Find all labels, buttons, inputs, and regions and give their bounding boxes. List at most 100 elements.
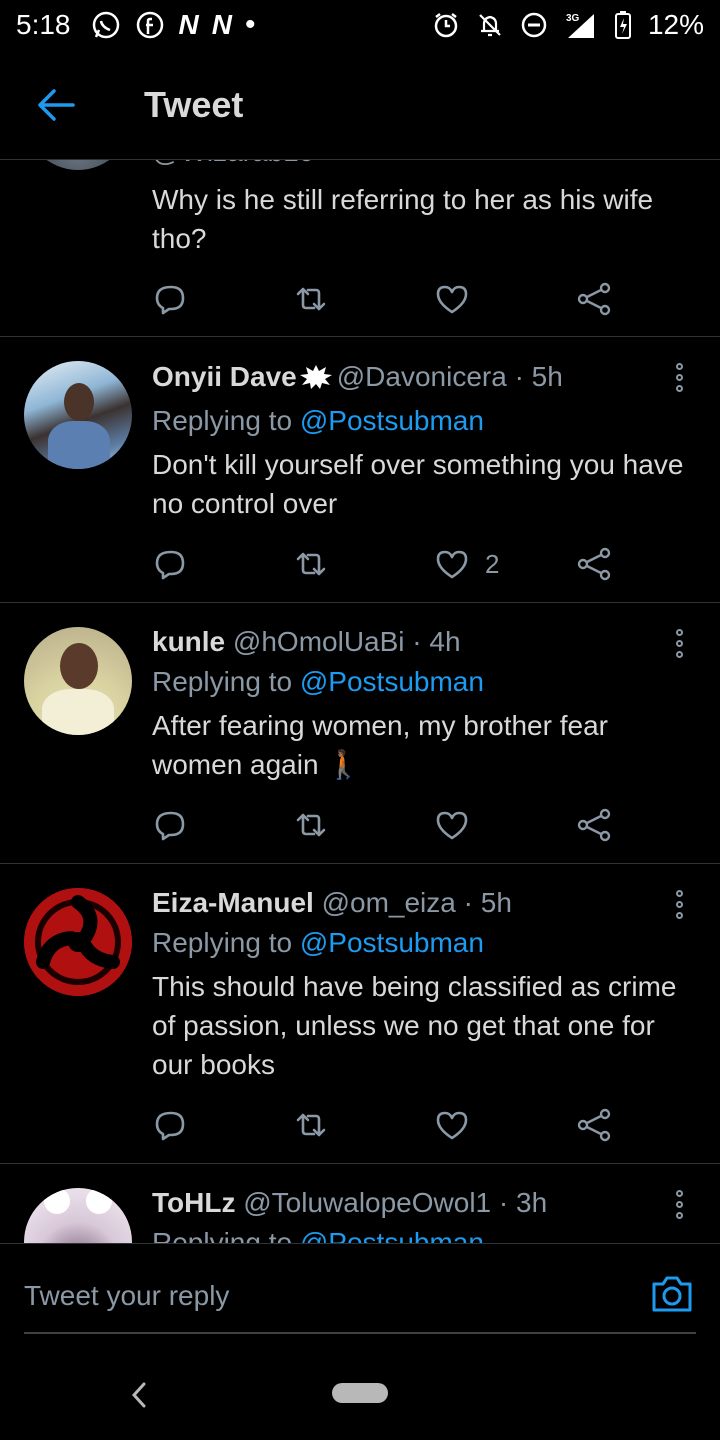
tweet-actions: 2 [152,542,622,586]
mention-link[interactable]: @Postsubman [300,1227,484,1243]
alarm-icon [432,11,460,39]
tweet-time: · 4h [412,626,461,657]
tweet-actions [152,803,622,847]
heart-icon [436,1111,468,1140]
mention-link[interactable]: @Postsubman [300,405,484,436]
author-name[interactable]: ToHLz [152,1187,235,1218]
replying-label: Replying to [152,666,293,697]
comment-icon [155,550,185,580]
chevron-left-icon [131,1382,146,1408]
reply-button[interactable] [152,542,190,586]
heart-icon [436,550,468,579]
tweet-text: Don't kill yourself over something you h… [152,449,684,519]
retweet-button[interactable] [292,803,330,847]
news-app-icon: N [178,9,199,40]
home-pill-button[interactable] [332,1383,388,1403]
arrow-left-icon [38,88,75,121]
mention-link[interactable]: @Postsubman [300,666,484,697]
svg-text:3G: 3G [566,13,580,24]
tweet[interactable]: Onyii Dave @Davonicera · 5h Replying to @… [0,337,720,603]
news-app-icon-2: N [211,9,232,40]
signal-3g-icon: 3G [564,10,598,40]
avatar[interactable] [24,627,132,735]
back-button[interactable] [26,75,86,135]
like-button[interactable] [433,1103,471,1147]
tweet-time: · 3h [498,1187,548,1218]
tweet-text: This should have being classified as cri… [152,971,677,1080]
whatsapp-icon [91,10,121,40]
author-handle[interactable]: @hOmolUaBi [233,626,405,657]
facebook-icon [135,10,165,40]
tweet-header: ToHLz @ToluwalopeOwol1 · 3h [152,1185,690,1221]
battery-percentage: 12% [647,9,704,40]
comment-icon [155,285,185,315]
replying-label: Replying to [152,405,293,436]
tweet[interactable]: kunle @hOmolUaBi · 4h Replying to @Posts… [0,603,720,864]
tweet-text: Why is he still referring to her as his … [152,184,654,254]
more-options-button[interactable] [666,357,692,397]
replies-feed[interactable]: @Wizarab10 Why is he still referring to … [0,160,720,1243]
reply-button[interactable] [152,803,190,847]
tweet[interactable]: Eiza-Manuel @om_eiza · 5h Replying to @P… [0,864,720,1164]
comment-icon [155,811,185,841]
retweet-button[interactable] [292,542,330,586]
camera-button[interactable] [650,1274,694,1314]
tweet-actions [152,1103,622,1147]
author-name[interactable]: Onyii Dave [152,361,297,392]
mention-link[interactable]: @Postsubman [300,927,484,958]
replying-to: Replying to @Postsubman [152,923,690,963]
replying-to: Replying to @Postsubman [152,1223,690,1243]
status-time: 5:18 [16,9,71,40]
share-icon [577,1108,611,1142]
replying-label: Replying to [152,927,293,958]
share-button[interactable] [575,803,613,847]
like-button[interactable] [433,803,471,847]
retweet-button[interactable] [292,277,330,321]
avatar[interactable] [24,361,132,469]
author-handle[interactable]: @Davonicera [337,361,507,392]
tweet-header: kunle @hOmolUaBi · 4h [152,624,690,660]
reply-underline [24,1332,696,1334]
badge-icon [299,363,333,399]
top-app-bar: Tweet [0,50,720,160]
more-options-button[interactable] [666,1184,692,1224]
share-button[interactable] [575,542,613,586]
share-button[interactable] [575,277,613,321]
reply-input[interactable] [24,1274,584,1318]
heart-icon [436,811,468,840]
author-name[interactable]: kunle [152,626,225,657]
tweet-header: Onyii Dave @Davonicera · 5h [152,359,690,399]
tweet-partial[interactable]: ToHLz @ToluwalopeOwol1 · 3h Replying to … [0,1164,720,1243]
more-options-button[interactable] [666,623,692,663]
battery-icon [614,10,632,40]
tweet-time: · 5h [514,361,563,392]
share-button[interactable] [575,1103,613,1147]
reply-button[interactable] [152,1103,190,1147]
avatar[interactable] [24,888,132,996]
share-icon [577,282,611,316]
like-button[interactable]: 2 [433,542,499,586]
author-handle[interactable]: @om_eiza [322,887,456,918]
retweet-icon [296,813,326,837]
retweet-button[interactable] [292,1103,330,1147]
replying-to: Replying to @Postsubman [152,662,690,702]
like-count: 2 [485,548,500,579]
page-title: Tweet [144,83,244,125]
retweet-icon [296,287,326,311]
do-not-disturb-icon [520,11,548,39]
notifications-off-icon [476,11,504,39]
system-back-button[interactable] [124,1375,154,1415]
replying-to: Replying to @Postsubman [152,401,690,441]
notification-dot-icon: • [244,8,256,41]
avatar[interactable] [24,160,132,170]
avatar[interactable] [24,1188,132,1243]
author-name[interactable]: Eiza-Manuel [152,887,314,918]
tweet-time: · 5h [463,887,512,918]
more-options-button[interactable] [666,884,692,924]
tweet-partial[interactable]: @Wizarab10 Why is he still referring to … [0,160,720,337]
reply-button[interactable] [152,277,190,321]
tweet-actions [152,277,622,321]
author-handle[interactable]: @ToluwalopeOwol1 [243,1187,491,1218]
like-button[interactable] [433,277,471,321]
status-bar: 5:18 N N • 3G 12% [0,0,720,50]
